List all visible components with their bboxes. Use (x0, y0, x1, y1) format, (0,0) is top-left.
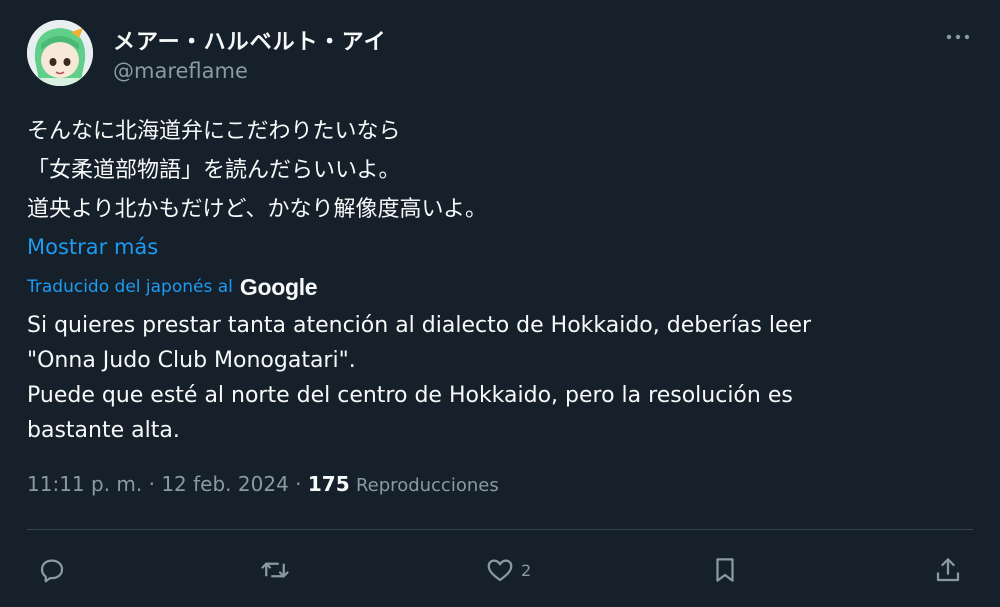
avatar-character-image (27, 20, 93, 86)
heart-icon (487, 559, 513, 582)
retweet-icon (261, 562, 289, 578)
translated-label[interactable]: Traducido del japonés al (27, 277, 233, 297)
translated-by[interactable]: Traducido del japonés al Google (27, 273, 318, 300)
avatar[interactable] (27, 20, 93, 86)
translation-line: bastante alta. (27, 418, 180, 443)
tweet-line: そんなに北海道弁にこだわりたいなら (27, 119, 401, 144)
like-button[interactable]: 2 (485, 553, 531, 587)
show-more-link[interactable]: Mostrar más (27, 235, 158, 259)
views-count: 175 (307, 472, 350, 496)
views-label: Reproducciones (355, 475, 499, 496)
retweet-button[interactable] (260, 553, 290, 587)
tweet-text: そんなに北海道弁にこだわりたいなら 「女柔道部物語」を読んだらいいよ。 道央より… (27, 112, 487, 229)
tweet-time[interactable]: 11:11 p. m. (27, 472, 142, 496)
share-button[interactable] (933, 553, 963, 587)
more-options-icon[interactable] (943, 27, 973, 47)
tweet-line: 「女柔道部物語」を読んだらいいよ。 (27, 158, 401, 183)
tweet-date[interactable]: 12 feb. 2024 (161, 472, 288, 496)
meta-separator: · (148, 472, 155, 496)
translation-line: Puede que esté al norte del centro de Ho… (27, 383, 793, 408)
tweet-line: 道央より北かもだけど、かなり解像度高いよ。 (27, 197, 488, 222)
bookmark-button[interactable] (710, 553, 740, 587)
translation-line: Si quieres prestar tanta atención al dia… (27, 313, 812, 338)
speech-bubble-icon (40, 559, 64, 583)
translation-line: "Onna Judo Club Monogatari". (27, 348, 356, 373)
like-count: 2 (521, 560, 532, 580)
meta-separator: · (295, 472, 302, 496)
tweet-meta: 11:11 p. m. · 12 feb. 2024 · 175 Reprodu… (27, 472, 499, 496)
bookmark-icon (716, 558, 734, 582)
reply-button[interactable] (37, 553, 67, 587)
google-logo: Google (239, 273, 318, 300)
divider (27, 529, 973, 530)
share-icon (936, 558, 960, 582)
user-handle[interactable]: @mareflame (113, 59, 248, 83)
translated-text: Si quieres prestar tanta atención al dia… (27, 308, 957, 448)
display-name[interactable]: メアー・ハルベルト・アイ (113, 24, 387, 56)
